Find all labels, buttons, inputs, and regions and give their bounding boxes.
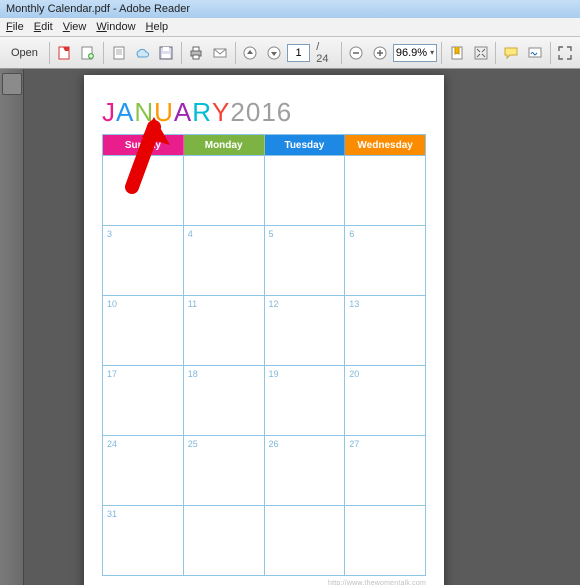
email-button[interactable]: [209, 41, 231, 65]
calendar-header-cell: Monday: [184, 135, 265, 155]
page-total: / 24: [312, 41, 336, 65]
calendar-cell: 5: [265, 226, 346, 295]
footer-url: http://www.thewomentalk.com: [102, 580, 426, 585]
calendar-cell: 4: [184, 226, 265, 295]
open-label: Open: [11, 47, 38, 59]
title-letter: A: [174, 97, 192, 128]
calendar-cell: 12: [265, 296, 346, 365]
calendar-cell: [345, 506, 425, 575]
window-title: Monthly Calendar.pdf - Adobe Reader: [6, 3, 190, 15]
page-down-button[interactable]: [263, 41, 285, 65]
menu-view[interactable]: View: [63, 21, 87, 33]
save-button[interactable]: [155, 41, 177, 65]
calendar-cell: 13: [345, 296, 425, 365]
calendar-grid: SundayMondayTuesdayWednesday 34561011121…: [102, 134, 426, 576]
calendar-header-row: SundayMondayTuesdayWednesday: [103, 135, 425, 155]
separator: [341, 42, 342, 64]
separator: [103, 42, 104, 64]
menu-edit[interactable]: Edit: [34, 21, 53, 33]
calendar-cell: [345, 156, 425, 225]
pdf-page: JANUARY 2016 SundayMondayTuesdayWednesda…: [84, 75, 444, 585]
calendar-body: 345610111213171819202425262731: [103, 155, 425, 575]
calendar-row: [103, 155, 425, 225]
zoom-in-button[interactable]: [369, 41, 391, 65]
calendar-cell: 20: [345, 366, 425, 435]
calendar-row: 17181920: [103, 365, 425, 435]
title-letter: J: [102, 97, 116, 128]
title-letter: 0: [246, 97, 261, 128]
calendar-cell: 3: [103, 226, 184, 295]
chevron-down-icon: ▾: [430, 45, 434, 61]
menubar: File Edit View Window Help: [0, 18, 580, 37]
title-letter: 2: [230, 97, 245, 128]
calendar-header-cell: Tuesday: [265, 135, 346, 155]
calendar-header-cell: Wednesday: [345, 135, 425, 155]
calendar-row: 24252627: [103, 435, 425, 505]
calendar-cell: 25: [184, 436, 265, 505]
title-letter: Y: [212, 97, 230, 128]
calendar-row: 31: [103, 505, 425, 575]
calendar-cell: [103, 156, 184, 225]
zoom-value: 96.9%: [396, 45, 427, 61]
open-button[interactable]: Open: [4, 41, 45, 65]
calendar-cell: 18: [184, 366, 265, 435]
fit-page-button[interactable]: [470, 41, 492, 65]
export-pdf-button[interactable]: [54, 41, 76, 65]
zoom-select[interactable]: 96.9% ▾: [393, 44, 438, 62]
calendar-row: 10111213: [103, 295, 425, 365]
zoom-out-button[interactable]: [345, 41, 367, 65]
sign-button[interactable]: [524, 41, 546, 65]
print-button[interactable]: [186, 41, 208, 65]
document-button[interactable]: [108, 41, 130, 65]
titlebar: Monthly Calendar.pdf - Adobe Reader: [0, 0, 580, 18]
title-letter: R: [192, 97, 212, 128]
calendar-cell: 31: [103, 506, 184, 575]
calendar-cell: [265, 156, 346, 225]
title-letter: 6: [277, 97, 292, 128]
calendar-cell: 27: [345, 436, 425, 505]
calendar-title: JANUARY 2016: [102, 97, 426, 128]
menu-help[interactable]: Help: [146, 21, 169, 33]
calendar-row: 3456: [103, 225, 425, 295]
calendar-cell: 19: [265, 366, 346, 435]
title-letter: N: [134, 97, 154, 128]
calendar-header-cell: Sunday: [103, 135, 184, 155]
calendar-cell: 17: [103, 366, 184, 435]
title-letter: U: [154, 97, 174, 128]
title-letter: 1: [261, 97, 276, 128]
calendar-cell: [265, 506, 346, 575]
separator: [441, 42, 442, 64]
comment-button[interactable]: [500, 41, 522, 65]
cloud-button[interactable]: [131, 41, 153, 65]
fullscreen-button[interactable]: [554, 41, 576, 65]
calendar-cell: 26: [265, 436, 346, 505]
page-up-button[interactable]: [240, 41, 262, 65]
side-tab[interactable]: [2, 73, 22, 95]
menu-window[interactable]: Window: [96, 21, 135, 33]
calendar-cell: [184, 506, 265, 575]
separator: [49, 42, 50, 64]
bookmark-button[interactable]: [446, 41, 468, 65]
title-letter: A: [116, 97, 134, 128]
separator: [235, 42, 236, 64]
document-viewport[interactable]: JANUARY 2016 SundayMondayTuesdayWednesda…: [0, 69, 580, 585]
separator: [550, 42, 551, 64]
calendar-cell: 6: [345, 226, 425, 295]
toolbar: Open 1 / 24 96.9% ▾: [0, 37, 580, 69]
side-panel-tabs: [0, 69, 24, 585]
create-pdf-button[interactable]: [77, 41, 99, 65]
page-number-input[interactable]: 1: [287, 44, 310, 62]
calendar-cell: 10: [103, 296, 184, 365]
calendar-cell: [184, 156, 265, 225]
calendar-cell: 11: [184, 296, 265, 365]
calendar-cell: 24: [103, 436, 184, 505]
separator: [495, 42, 496, 64]
menu-file[interactable]: File: [6, 21, 24, 33]
separator: [181, 42, 182, 64]
